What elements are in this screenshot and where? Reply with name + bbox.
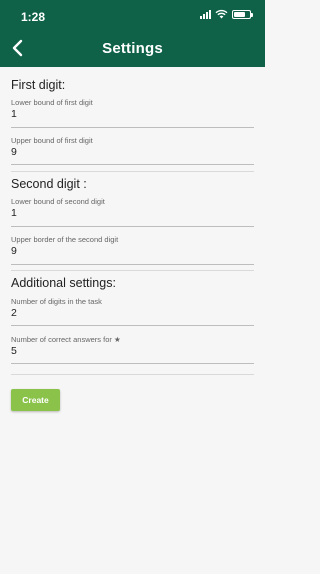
digits-count-label: Number of digits in the task (11, 297, 102, 306)
status-icons (200, 9, 253, 19)
first-digit-heading: First digit: (11, 78, 66, 92)
first-lower-input[interactable] (11, 108, 254, 120)
second-lower-label: Lower bound of second digit (11, 197, 105, 206)
correct-answers-underline (11, 363, 254, 364)
second-upper-label: Upper border of the second digit (11, 235, 119, 244)
nav-bar: Settings (0, 34, 265, 62)
first-upper-label: Upper bound of first digit (11, 136, 93, 145)
additional-settings-heading: Additional settings: (11, 276, 116, 290)
status-time: 1:28 (21, 10, 46, 24)
first-upper-input[interactable] (11, 146, 254, 158)
section-divider (11, 270, 254, 271)
battery-icon (232, 9, 253, 19)
page-title: Settings (102, 40, 163, 57)
second-upper-input[interactable] (11, 245, 254, 257)
digits-count-input[interactable] (11, 307, 254, 319)
first-lower-underline (11, 127, 254, 128)
second-digit-heading: Second digit : (11, 177, 87, 191)
create-button[interactable]: Create (11, 389, 60, 411)
second-lower-underline (11, 226, 254, 227)
cellular-signal-icon (200, 9, 211, 19)
second-upper-underline (11, 264, 254, 265)
app-header: 1:28 Settings (0, 0, 265, 67)
second-lower-input[interactable] (11, 207, 254, 219)
digits-count-underline (11, 325, 254, 326)
first-upper-underline (11, 164, 254, 165)
correct-answers-input[interactable] (11, 345, 254, 357)
correct-answers-label: Number of correct answers for ★ (11, 335, 121, 344)
section-divider (11, 171, 254, 172)
first-lower-label: Lower bound of first digit (11, 98, 93, 107)
section-divider (11, 374, 254, 375)
wifi-icon (215, 9, 228, 19)
status-bar: 1:28 (0, 0, 265, 28)
